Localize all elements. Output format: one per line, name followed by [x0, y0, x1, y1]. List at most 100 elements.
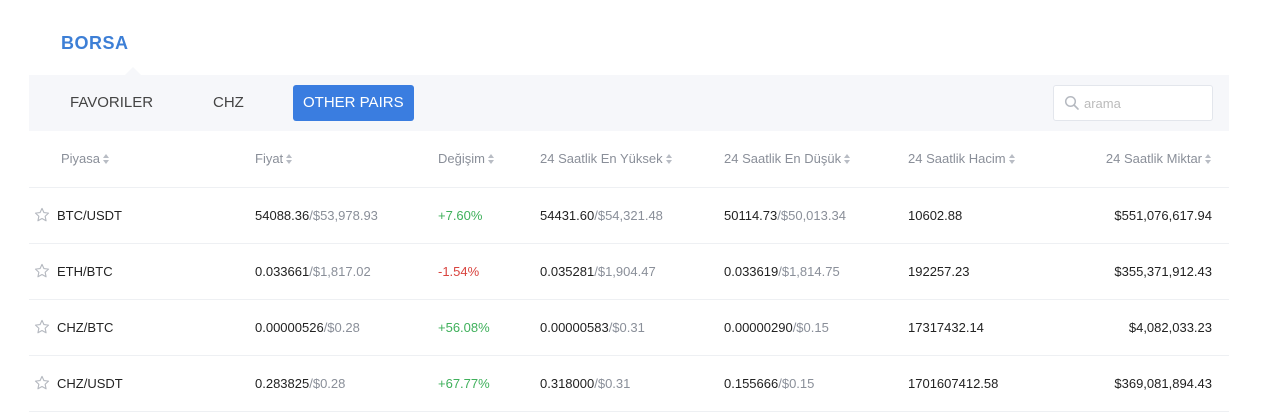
sort-icon — [844, 154, 851, 165]
market-cell: ETH/BTC — [29, 243, 255, 300]
high-usd-value: /$54,321.48 — [594, 207, 663, 223]
amount-value: $369,081,894.43 — [1114, 375, 1212, 391]
price-usd-value: /$53,978.93 — [309, 207, 378, 223]
low-value: 50114.73 — [724, 207, 778, 223]
amount-value: $4,082,033.23 — [1128, 319, 1212, 335]
high-usd-value: /$0.31 — [608, 319, 645, 335]
table-row[interactable]: CHZ/USDT 0.283825/$0.28 +67.77% 0.318000/$0… — [29, 355, 1229, 412]
market-cell: BTC/USDT — [29, 187, 255, 244]
price-value: 0.033661 — [255, 263, 310, 279]
volume-cell: 10602.88 — [908, 187, 1078, 244]
low-usd-value: /$1,814.75 — [778, 263, 840, 279]
price-cell: 0.00000526/$0.28 — [255, 299, 438, 356]
low-usd-value: /$50,013.34 — [777, 207, 846, 223]
low-value: 0.155666 — [724, 375, 779, 391]
tab-other-pairs[interactable]: OTHER PAIRS — [293, 85, 414, 121]
change-value: +67.77% — [438, 375, 490, 391]
volume-value: 17317432.14 — [908, 319, 984, 335]
market-cell: CHZ/USDT — [29, 355, 255, 412]
column-header-high[interactable]: 24 Saatlik En Yüksek — [540, 131, 724, 188]
column-header-label: 24 Saatlik Hacim — [908, 151, 1006, 167]
price-usd-value: /$0.28 — [323, 319, 360, 335]
column-header-label: Değişim — [438, 151, 485, 167]
volume-cell: 192257.23 — [908, 243, 1078, 300]
sort-icon — [487, 154, 495, 165]
page-header: BORSA — [29, 0, 1229, 75]
table-row[interactable]: BTC/USDT 54088.36/$53,978.93 +7.60% 54431.6… — [29, 187, 1229, 244]
volume-cell: 1701607412.58 — [908, 355, 1078, 412]
change-cell: -1.54% — [438, 243, 540, 300]
sort-icon — [286, 154, 293, 165]
column-header-label: Piyasa — [61, 151, 101, 167]
sort-icon — [103, 154, 110, 165]
search-input[interactable] — [1084, 86, 1208, 120]
low-cell: 50114.73/$50,013.34 — [724, 187, 908, 244]
amount-value: $355,371,912.43 — [1114, 263, 1212, 279]
price-value: 0.283825 — [255, 375, 310, 391]
low-value: 0.00000290 — [724, 319, 793, 335]
tab-favoriler[interactable]: FAVORILER — [60, 85, 163, 121]
amount-value: $551,076,617.94 — [1114, 207, 1212, 223]
sort-icon — [665, 154, 673, 165]
star-icon[interactable] — [33, 374, 51, 392]
price-value: 0.00000526 — [255, 319, 324, 335]
table-row[interactable]: CHZ/BTC 0.00000526/$0.28 +56.08% 0.00000583… — [29, 299, 1229, 356]
star-icon[interactable] — [33, 206, 51, 224]
column-header-amount[interactable]: 24 Saatlik Miktar — [1078, 131, 1229, 188]
price-cell: 0.033661/$1,817.02 — [255, 243, 438, 300]
column-header-low[interactable]: 24 Saatlik En Düşük — [724, 131, 908, 188]
search-box[interactable] — [1053, 85, 1213, 121]
column-header-label: 24 Saatlik En Yüksek — [540, 151, 663, 167]
price-cell: 0.283825/$0.28 — [255, 355, 438, 412]
high-usd-value: /$0.31 — [594, 375, 631, 391]
column-header-volume[interactable]: 24 Saatlik Hacim — [908, 131, 1078, 188]
column-header-degisim[interactable]: Değişim — [438, 131, 540, 188]
high-value: 0.00000583 — [540, 319, 609, 335]
pair-name[interactable]: ETH/BTC — [57, 264, 113, 279]
pair-name[interactable]: CHZ/BTC — [57, 320, 113, 335]
change-cell: +7.60% — [438, 187, 540, 244]
column-header-label: 24 Saatlik En Düşük — [724, 151, 842, 167]
price-usd-value: /$0.28 — [309, 375, 346, 391]
high-value: 54431.60 — [540, 207, 595, 223]
amount-cell: $355,371,912.43 — [1078, 243, 1229, 300]
price-usd-value: /$1,817.02 — [309, 263, 371, 279]
price-cell: 54088.36/$53,978.93 — [255, 187, 438, 244]
volume-cell: 17317432.14 — [908, 299, 1078, 356]
search-icon — [1064, 95, 1079, 110]
column-header-fiyat[interactable]: Fiyat — [255, 131, 438, 188]
high-cell: 54431.60/$54,321.48 — [540, 187, 724, 244]
low-value: 0.033619 — [724, 263, 779, 279]
amount-cell: $369,081,894.43 — [1078, 355, 1229, 412]
high-cell: 0.035281/$1,904.47 — [540, 243, 724, 300]
high-cell: 0.318000/$0.31 — [540, 355, 724, 412]
column-header-piyasa[interactable]: Piyasa — [29, 131, 255, 188]
table-row[interactable]: ETH/BTC 0.033661/$1,817.02 -1.54% 0.035281/… — [29, 243, 1229, 300]
column-header-label: Fiyat — [255, 151, 284, 167]
low-usd-value: /$0.15 — [792, 319, 829, 335]
high-value: 0.318000 — [540, 375, 595, 391]
pair-name[interactable]: BTC/USDT — [57, 208, 122, 223]
market-tabs-bar: FAVORILER CHZ OTHER PAIRS — [29, 75, 1229, 131]
price-value: 54088.36 — [255, 207, 310, 223]
low-usd-value: /$0.15 — [778, 375, 815, 391]
table-header-row: Piyasa Fiyat Değişim 24 Saatlik En Yükse… — [29, 131, 1229, 188]
high-value: 0.035281 — [540, 263, 595, 279]
tab-chz[interactable]: CHZ — [203, 85, 254, 121]
volume-value: 192257.23 — [908, 263, 970, 279]
change-value: +56.08% — [438, 319, 490, 335]
amount-cell: $4,082,033.23 — [1078, 299, 1229, 356]
column-header-label: 24 Saatlik Miktar — [1105, 151, 1202, 167]
change-cell: +56.08% — [438, 299, 540, 356]
high-cell: 0.00000583/$0.31 — [540, 299, 724, 356]
title-caret — [125, 67, 141, 75]
market-cell: CHZ/BTC — [29, 299, 255, 356]
pair-name[interactable]: CHZ/USDT — [57, 376, 123, 391]
sort-icon — [1205, 154, 1212, 165]
change-cell: +67.77% — [438, 355, 540, 412]
star-icon[interactable] — [33, 318, 51, 336]
change-value: -1.54% — [438, 263, 480, 279]
markets-table: Piyasa Fiyat Değişim 24 Saatlik En Yükse… — [29, 131, 1229, 412]
star-icon[interactable] — [33, 262, 51, 280]
high-usd-value: /$1,904.47 — [594, 263, 656, 279]
